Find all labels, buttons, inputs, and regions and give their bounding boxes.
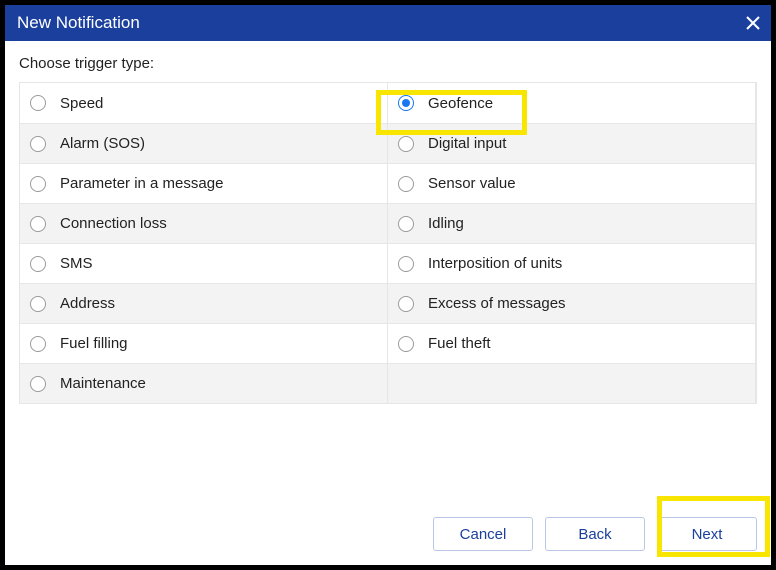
cancel-button[interactable]: Cancel xyxy=(433,517,533,551)
radio-icon xyxy=(398,296,414,312)
trigger-option-address[interactable]: Address xyxy=(20,283,388,323)
trigger-label: Connection loss xyxy=(60,215,167,232)
radio-icon xyxy=(398,256,414,272)
trigger-label: SMS xyxy=(60,255,93,272)
trigger-label: Maintenance xyxy=(60,375,146,392)
radio-icon xyxy=(30,216,46,232)
radio-icon xyxy=(398,176,414,192)
trigger-label: Geofence xyxy=(428,95,493,112)
trigger-label: Alarm (SOS) xyxy=(60,135,145,152)
dialog-window: New Notification Choose trigger type: Sp… xyxy=(0,0,776,570)
trigger-label: Digital input xyxy=(428,135,506,152)
trigger-option-maintenance[interactable]: Maintenance xyxy=(20,363,388,403)
dialog-footer: Cancel Back Next xyxy=(433,517,757,551)
trigger-label: Sensor value xyxy=(428,175,516,192)
trigger-option-parameter[interactable]: Parameter in a message xyxy=(20,163,388,203)
radio-icon xyxy=(30,136,46,152)
trigger-label: Interposition of units xyxy=(428,255,562,272)
trigger-label: Excess of messages xyxy=(428,295,566,312)
trigger-option-geofence[interactable]: Geofence xyxy=(388,83,756,123)
radio-icon xyxy=(30,95,46,111)
radio-icon xyxy=(30,376,46,392)
trigger-option-excess-messages[interactable]: Excess of messages xyxy=(388,283,756,323)
trigger-option-alarm-sos[interactable]: Alarm (SOS) xyxy=(20,123,388,163)
next-button[interactable]: Next xyxy=(657,517,757,551)
trigger-option-sensor-value[interactable]: Sensor value xyxy=(388,163,756,203)
radio-icon xyxy=(30,296,46,312)
radio-icon xyxy=(398,216,414,232)
dialog-title: New Notification xyxy=(17,13,140,33)
trigger-option-connection-loss[interactable]: Connection loss xyxy=(20,203,388,243)
trigger-option-speed[interactable]: Speed xyxy=(20,83,388,123)
trigger-option-sms[interactable]: SMS xyxy=(20,243,388,283)
trigger-table: Speed Geofence Alarm (SOS) Digital input xyxy=(19,82,757,404)
trigger-option-interposition[interactable]: Interposition of units xyxy=(388,243,756,283)
radio-icon xyxy=(398,336,414,352)
titlebar: New Notification xyxy=(5,5,771,41)
radio-icon xyxy=(30,256,46,272)
trigger-label: Fuel filling xyxy=(60,335,128,352)
trigger-option-idling[interactable]: Idling xyxy=(388,203,756,243)
radio-icon xyxy=(398,136,414,152)
trigger-option-fuel-theft[interactable]: Fuel theft xyxy=(388,323,756,363)
button-label: Cancel xyxy=(460,526,507,543)
trigger-option-empty xyxy=(388,363,756,403)
trigger-option-fuel-filling[interactable]: Fuel filling xyxy=(20,323,388,363)
radio-icon xyxy=(30,336,46,352)
trigger-label: Idling xyxy=(428,215,464,232)
radio-icon xyxy=(398,95,414,111)
dialog-content: Choose trigger type: Speed Geofence Alar… xyxy=(5,41,771,404)
trigger-label: Address xyxy=(60,295,115,312)
button-label: Next xyxy=(692,526,723,543)
close-icon[interactable] xyxy=(745,15,761,31)
trigger-label: Parameter in a message xyxy=(60,175,223,192)
back-button[interactable]: Back xyxy=(545,517,645,551)
button-label: Back xyxy=(578,526,611,543)
trigger-label: Fuel theft xyxy=(428,335,491,352)
trigger-label: Speed xyxy=(60,95,103,112)
trigger-option-digital-input[interactable]: Digital input xyxy=(388,123,756,163)
prompt-label: Choose trigger type: xyxy=(19,55,757,72)
radio-icon xyxy=(30,176,46,192)
